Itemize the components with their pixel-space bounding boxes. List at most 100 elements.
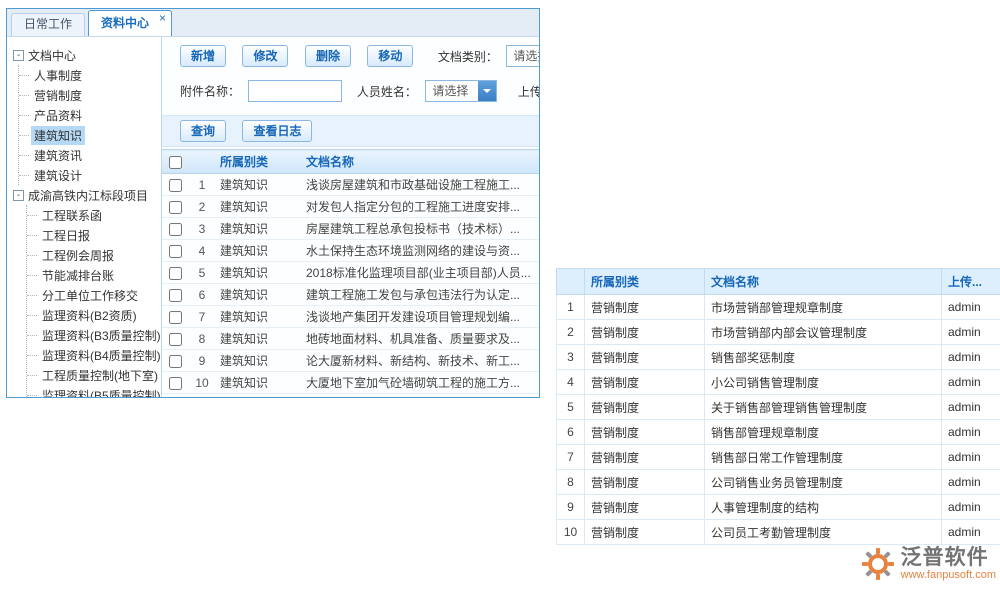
column-header-index xyxy=(188,150,216,174)
tree-connector xyxy=(19,115,29,116)
tree-item-label: 监理资料(B2资质) xyxy=(39,306,140,325)
tree-root-label: 文档中心 xyxy=(28,47,76,64)
tree-item[interactable]: 人事制度 xyxy=(19,65,161,85)
row-checkbox[interactable] xyxy=(169,267,182,280)
column-header-upload: 上传... xyxy=(942,269,1000,295)
tree-item[interactable]: 节能减排台账 xyxy=(27,265,161,285)
tree-item[interactable]: 工程例会周报 xyxy=(27,245,161,265)
row-index: 9 xyxy=(188,350,216,372)
collapse-icon[interactable]: - xyxy=(13,190,24,201)
table-row[interactable]: 2 营销制度 市场营销部内部会议管理制度 admin xyxy=(557,320,1000,345)
row-checkbox[interactable] xyxy=(169,179,182,192)
row-checkbox[interactable] xyxy=(169,289,182,302)
table-row[interactable]: 4 营销制度 小公司销售管理制度 admin xyxy=(557,370,1000,395)
row-doc-name: 销售部奖惩制度 xyxy=(705,345,942,370)
tree-item[interactable]: 建筑知识 xyxy=(19,125,161,145)
row-checkbox[interactable] xyxy=(169,201,182,214)
row-index: 9 xyxy=(557,495,585,520)
tab-data-center[interactable]: 资料中心 × xyxy=(88,10,172,36)
collapse-icon[interactable]: - xyxy=(13,50,24,61)
row-checkbox[interactable] xyxy=(169,355,182,368)
tree-connector xyxy=(27,395,37,396)
tree-item[interactable]: 分工单位工作移交 xyxy=(27,285,161,305)
row-category: 建筑知识 xyxy=(216,350,302,372)
tree-item[interactable]: 建筑资讯 xyxy=(19,145,161,165)
table-row[interactable]: 10 营销制度 公司员工考勤管理制度 admin xyxy=(557,520,1000,545)
row-doc-name: 市场营销部管理规章制度 xyxy=(705,295,942,320)
tree-item[interactable]: 监理资料(B2资质) xyxy=(27,305,161,325)
table-row[interactable]: 1 建筑知识 浅谈房屋建筑和市政基础设施工程施工... xyxy=(162,174,539,196)
attachment-name-input[interactable] xyxy=(248,80,342,102)
table-row[interactable]: 6 营销制度 销售部管理规章制度 admin xyxy=(557,420,1000,445)
table-row[interactable]: 7 营销制度 销售部日常工作管理制度 admin xyxy=(557,445,1000,470)
tree-item-label: 建筑资讯 xyxy=(31,146,85,165)
table-row[interactable]: 6 建筑知识 建筑工程施工发包与承包违法行为认定... xyxy=(162,284,539,306)
tree-connector xyxy=(27,335,37,336)
row-doc-name: 房屋建筑工程总承包投标书（技术标）... xyxy=(302,218,539,240)
add-button[interactable]: 新增 xyxy=(180,45,226,67)
move-button[interactable]: 移动 xyxy=(367,45,413,67)
row-doc-name: 论大厦新材料、新结构、新技术、新工... xyxy=(302,350,539,372)
row-doc-name: 市场营销部内部会议管理制度 xyxy=(705,320,942,345)
column-header-name: 文档名称 xyxy=(302,150,539,174)
row-checkbox[interactable] xyxy=(169,333,182,346)
row-checkbox[interactable] xyxy=(169,377,182,390)
tree-root-doc-center[interactable]: - 文档中心 xyxy=(13,45,161,65)
table-row[interactable]: 3 建筑知识 房屋建筑工程总承包投标书（技术标）... xyxy=(162,218,539,240)
select-all-checkbox[interactable] xyxy=(169,156,182,169)
tab-daily-work[interactable]: 日常工作 xyxy=(11,13,85,36)
row-checkbox[interactable] xyxy=(169,245,182,258)
tree-item[interactable]: 监理资料(B3质量控制) xyxy=(27,325,161,345)
tree-item-label: 建筑知识 xyxy=(31,126,85,145)
table-row[interactable]: 2 建筑知识 对发包人指定分包的工程施工进度安排... xyxy=(162,196,539,218)
table-row[interactable]: 9 营销制度 人事管理制度的结构 admin xyxy=(557,495,1000,520)
row-doc-name: 浅谈房屋建筑和市政基础设施工程施工... xyxy=(302,174,539,196)
toolbar-row-3: 查询 查看日志 xyxy=(162,115,539,147)
table-row[interactable]: 4 建筑知识 水土保持生态环境监测网络的建设与资... xyxy=(162,240,539,262)
query-button[interactable]: 查询 xyxy=(180,120,226,142)
table-row[interactable]: 10 建筑知识 大厦地下室加气砼墙砌筑工程的施工方... xyxy=(162,372,539,394)
table-row[interactable]: 8 建筑知识 地砖地面材料、机具准备、质量要求及... xyxy=(162,328,539,350)
row-checkbox[interactable] xyxy=(169,311,182,324)
attachment-name-label: 附件名称： xyxy=(180,85,240,99)
row-index: 2 xyxy=(557,320,585,345)
tree-item[interactable]: 工程质量控制(地下室) xyxy=(27,365,161,385)
table-row[interactable]: 9 建筑知识 论大厦新材料、新结构、新技术、新工... xyxy=(162,350,539,372)
row-index: 5 xyxy=(188,262,216,284)
table-row[interactable]: 7 建筑知识 浅谈地产集团开发建设项目管理规划编... xyxy=(162,306,539,328)
chevron-down-icon[interactable] xyxy=(478,81,496,101)
tree-connector xyxy=(19,135,29,136)
row-category: 建筑知识 xyxy=(216,284,302,306)
category-dropdown[interactable]: 请选择 xyxy=(506,45,539,67)
tree-item[interactable]: 建筑设计 xyxy=(19,165,161,185)
row-doc-name: 水土保持生态环境监测网络的建设与资... xyxy=(302,240,539,262)
row-index: 1 xyxy=(557,295,585,320)
tree-item[interactable]: 工程联系函 xyxy=(27,205,161,225)
tree-item[interactable]: 监理资料(B5质量控制) xyxy=(27,385,161,397)
table-row[interactable]: 5 建筑知识 2018标准化监理项目部(业主项目部)人员... xyxy=(162,262,539,284)
delete-button[interactable]: 删除 xyxy=(305,45,351,67)
tab-close-icon[interactable]: × xyxy=(159,12,166,24)
tree-item[interactable]: 监理资料(B4质量控制) xyxy=(27,345,161,365)
tree-item-label: 监理资料(B4质量控制) xyxy=(39,346,162,365)
tree-item-label: 建筑设计 xyxy=(31,166,85,185)
row-checkbox[interactable] xyxy=(169,223,182,236)
row-category: 营销制度 xyxy=(585,295,705,320)
modify-button[interactable]: 修改 xyxy=(242,45,288,67)
table-row[interactable]: 3 营销制度 销售部奖惩制度 admin xyxy=(557,345,1000,370)
row-doc-name: 公司员工考勤管理制度 xyxy=(705,520,942,545)
person-dropdown[interactable]: 请选择 xyxy=(425,80,497,102)
tree-root-project[interactable]: - 成渝高铁内江标段项目 xyxy=(13,185,161,205)
tree-connector xyxy=(19,175,29,176)
table-row[interactable]: 8 营销制度 公司销售业务员管理制度 admin xyxy=(557,470,1000,495)
table-row[interactable]: 1 营销制度 市场营销部管理规章制度 admin xyxy=(557,295,1000,320)
row-index: 7 xyxy=(188,306,216,328)
tree-item[interactable]: 营销制度 xyxy=(19,85,161,105)
table-row[interactable]: 5 营销制度 关于销售部管理销售管理制度 admin xyxy=(557,395,1000,420)
row-index: 10 xyxy=(188,372,216,394)
tree-item[interactable]: 产品资料 xyxy=(19,105,161,125)
tree-item[interactable]: 工程日报 xyxy=(27,225,161,245)
view-log-button[interactable]: 查看日志 xyxy=(242,120,312,142)
row-category: 建筑知识 xyxy=(216,174,302,196)
tree-item-label: 工程例会周报 xyxy=(39,246,117,265)
